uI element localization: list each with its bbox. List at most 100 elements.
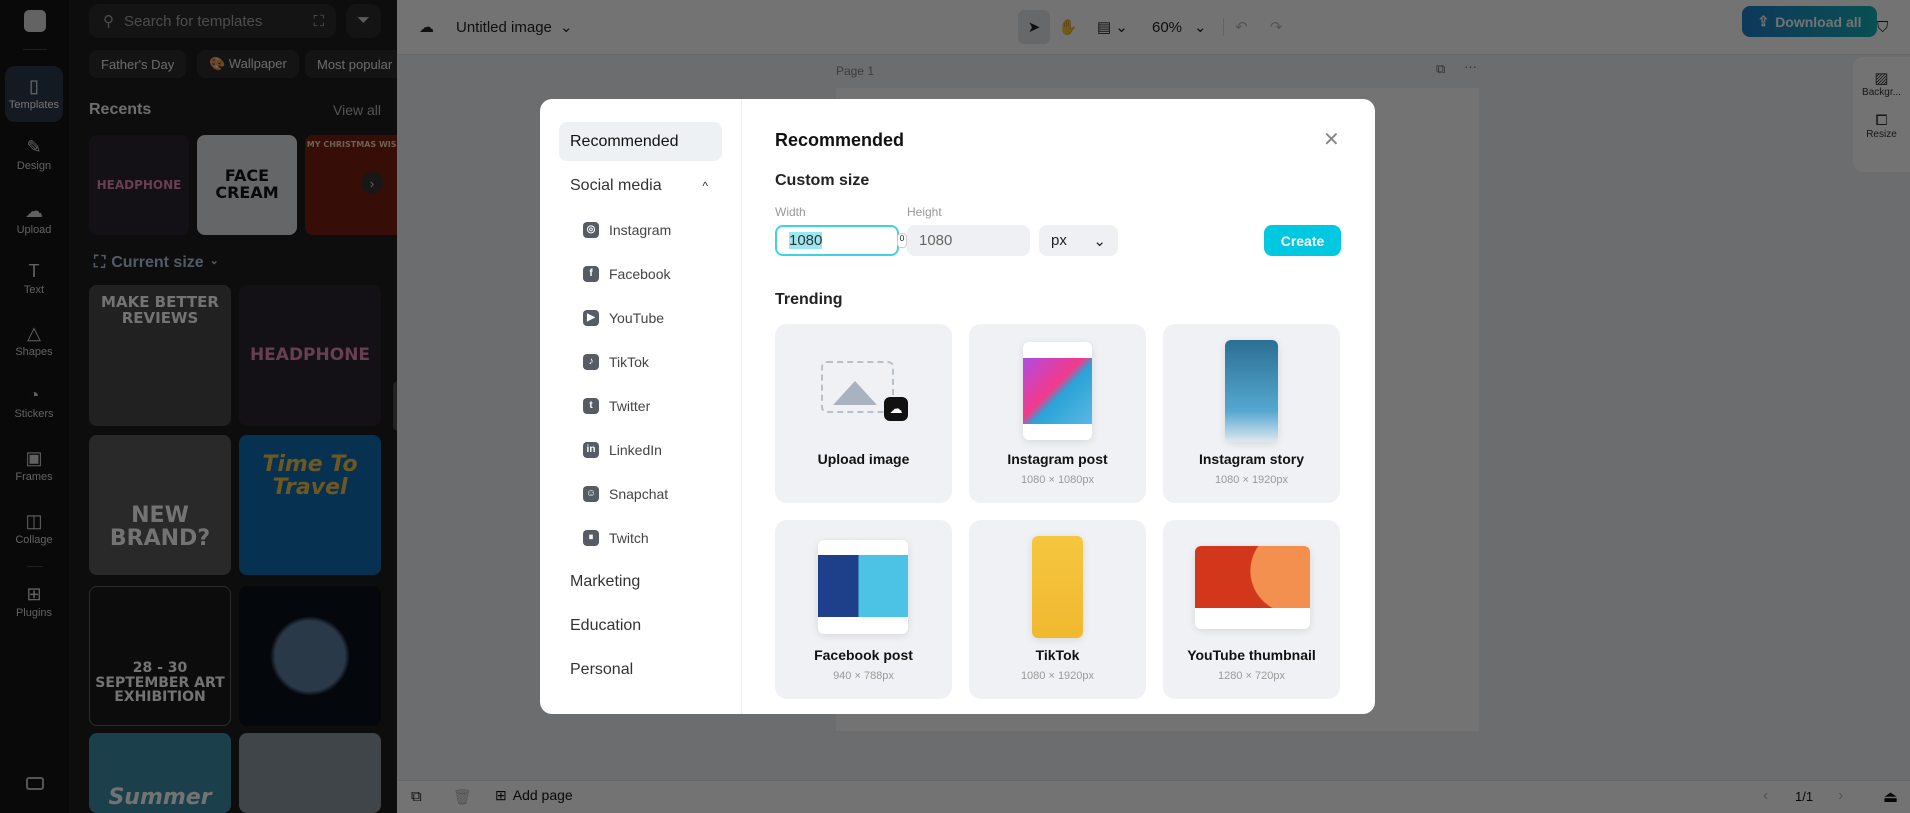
card-youtube-thumbnail[interactable]: YouTube thumbnail 1280 × 720px bbox=[1163, 520, 1340, 699]
width-input[interactable]: 1080 bbox=[775, 225, 899, 256]
nav-personal[interactable]: Personal bbox=[559, 650, 722, 689]
upload-cloud-icon: ☁ bbox=[884, 397, 908, 421]
card-tiktok[interactable]: TikTok 1080 × 1920px bbox=[969, 520, 1146, 699]
select-tool-icon[interactable]: ➤ bbox=[1018, 10, 1050, 44]
chevron-down-icon: ⌄ bbox=[1194, 19, 1207, 36]
prev-page-icon[interactable]: ‹ bbox=[1763, 787, 1768, 805]
card-facebook-post[interactable]: Facebook post 940 × 788px bbox=[775, 520, 952, 699]
text-icon: T bbox=[28, 261, 40, 281]
dialog-title: Recommended bbox=[775, 130, 905, 150]
new-design-dialog: Recommended Social media ^ ◎ Instagram f Fac… bbox=[540, 99, 1375, 714]
template-card[interactable] bbox=[239, 733, 381, 813]
filter-button[interactable]: ⏷ bbox=[346, 4, 381, 38]
nav-education[interactable]: Education bbox=[559, 606, 722, 645]
hand-tool-icon[interactable]: ✋ bbox=[1058, 10, 1078, 44]
shapes-icon: △ bbox=[27, 323, 41, 343]
rail-item-design[interactable]: ✎ Design bbox=[5, 127, 63, 183]
template-card[interactable]: NEW BRAND? bbox=[89, 435, 231, 575]
zoom-dropdown[interactable]: 60% ⌄ bbox=[1152, 10, 1207, 44]
nav-tiktok[interactable]: ♪ TikTok bbox=[559, 342, 722, 381]
template-card[interactable]: 28 - 30 SEPTEMBER ART EXHIBITION bbox=[89, 586, 231, 726]
keyboard-shortcuts-icon[interactable] bbox=[26, 777, 44, 790]
link-aspect-icon[interactable]: 0 bbox=[897, 233, 907, 248]
layout-dropdown[interactable]: ▤ ⌄ bbox=[1097, 10, 1128, 44]
delete-icon[interactable]: 🗑 bbox=[453, 788, 472, 806]
nav-twitch[interactable]: ⏸ Twitch bbox=[559, 518, 722, 557]
duplicate-page-icon[interactable]: ⧉ bbox=[411, 788, 422, 805]
left-rail: ▯ Templates ✎ Design ☁ Upload T Text △ Shapes ◔ Sti… bbox=[0, 0, 70, 813]
template-card[interactable]: Summer bbox=[89, 733, 231, 813]
shield-icon[interactable]: ⛉ bbox=[1877, 10, 1888, 44]
rail-item-templates[interactable]: ▯ Templates bbox=[5, 66, 63, 122]
nav-instagram[interactable]: ◎ Instagram bbox=[559, 210, 722, 249]
scroll-right-button[interactable]: › bbox=[361, 172, 383, 194]
rail-item-text[interactable]: T Text bbox=[5, 251, 63, 307]
cloud-sync-icon[interactable]: ☁ bbox=[419, 10, 434, 44]
template-card[interactable]: MAKE BETTER REVIEWS bbox=[89, 285, 231, 426]
chip-most-popular[interactable]: Most popular bbox=[305, 50, 397, 78]
current-size-dropdown[interactable]: ⛶ Current size ⌄ bbox=[94, 254, 219, 272]
nav-social-media[interactable]: Social media ^ bbox=[559, 166, 722, 205]
page-panel-icon[interactable]: ⏏ bbox=[1883, 787, 1898, 807]
nav-twitter[interactable]: t Twitter bbox=[559, 386, 722, 425]
redo-icon[interactable]: ↷ bbox=[1270, 10, 1283, 44]
instagram-story-preview bbox=[1225, 340, 1278, 442]
youtube-thumbnail-preview bbox=[1195, 546, 1310, 629]
create-button[interactable]: Create bbox=[1264, 225, 1341, 256]
rail-item-shapes[interactable]: △ Shapes bbox=[5, 313, 63, 369]
image-search-icon[interactable]: ⛶ bbox=[313, 13, 324, 30]
duplicate-page-icon[interactable]: ⧉ bbox=[1436, 61, 1445, 77]
rail-item-stickers[interactable]: ◔ Stickers bbox=[5, 375, 63, 431]
background-tool[interactable]: ▨ Backgr... bbox=[1853, 69, 1910, 98]
view-all-link[interactable]: View all bbox=[333, 102, 381, 118]
divider bbox=[23, 49, 47, 50]
recent-template[interactable]: HEADPHONE bbox=[89, 135, 189, 235]
search-input[interactable]: ⚲ Search for templates ⛶ bbox=[89, 4, 336, 38]
resize-icon: ⛶ bbox=[94, 254, 106, 271]
rail-item-collage[interactable]: ◫ Collage bbox=[5, 501, 63, 557]
rail-item-upload[interactable]: ☁ Upload bbox=[5, 191, 63, 247]
card-instagram-story[interactable]: Instagram story 1080 × 1920px bbox=[1163, 324, 1340, 503]
card-upload-image[interactable]: ☁ Upload image bbox=[775, 324, 952, 503]
instagram-icon: ◎ bbox=[583, 221, 599, 238]
chip-wallpaper[interactable]: 🎨 Wallpaper bbox=[197, 50, 299, 78]
unit-select[interactable]: px ⌄ bbox=[1039, 225, 1118, 256]
template-card[interactable]: HEADPHONE bbox=[239, 285, 381, 426]
chip-fathers-day[interactable]: Father's Day bbox=[89, 50, 187, 78]
nav-snapchat[interactable]: ☺ Snapchat bbox=[559, 474, 722, 513]
more-icon[interactable]: ··· bbox=[1464, 59, 1477, 74]
instagram-post-preview bbox=[1023, 342, 1092, 440]
chevron-down-icon: ⌄ bbox=[1115, 19, 1128, 36]
next-page-icon[interactable]: › bbox=[1838, 787, 1843, 805]
close-icon[interactable]: ✕ bbox=[1323, 127, 1340, 152]
rail-item-frames[interactable]: ▣ Frames bbox=[5, 438, 63, 494]
app-logo[interactable] bbox=[24, 10, 46, 32]
chevron-down-icon: ⌄ bbox=[559, 19, 573, 36]
recent-template[interactable]: MY CHRISTMAS WISH bbox=[305, 135, 397, 235]
divider bbox=[27, 566, 43, 567]
template-card[interactable] bbox=[239, 586, 381, 726]
stickers-icon: ◔ bbox=[28, 385, 40, 405]
layout-icon: ▤ bbox=[1097, 19, 1112, 36]
card-instagram-post[interactable]: Instagram post 1080 × 1080px bbox=[969, 324, 1146, 503]
nav-facebook[interactable]: f Facebook bbox=[559, 254, 722, 293]
design-icon: ✎ bbox=[26, 137, 42, 157]
add-page-icon: ⊞ bbox=[495, 787, 507, 803]
resize-icon: ⧠ bbox=[1875, 112, 1888, 129]
nav-marketing[interactable]: Marketing bbox=[559, 562, 722, 601]
rail-item-plugins[interactable]: ⊞ Plugins bbox=[5, 574, 63, 630]
tiktok-icon: ♪ bbox=[583, 353, 599, 370]
resize-tool[interactable]: ⧠ Resize bbox=[1853, 112, 1910, 140]
tiktok-preview bbox=[1032, 536, 1083, 638]
undo-icon[interactable]: ↶ bbox=[1235, 10, 1248, 44]
download-all-button[interactable]: ⇪ Download all bbox=[1742, 6, 1877, 37]
plugins-icon: ⊞ bbox=[26, 584, 42, 604]
nav-recommended[interactable]: Recommended bbox=[559, 122, 722, 161]
template-card[interactable]: Time To Travel bbox=[239, 435, 381, 575]
title-dropdown[interactable]: Untitled image ⌄ bbox=[456, 10, 572, 44]
recent-template[interactable]: FACE CREAM bbox=[197, 135, 297, 235]
add-page-button[interactable]: ⊞ Add page bbox=[495, 787, 573, 804]
height-input[interactable]: 1080 bbox=[907, 225, 1030, 256]
nav-youtube[interactable]: ▶ YouTube bbox=[559, 298, 722, 337]
nav-linkedin[interactable]: in LinkedIn bbox=[559, 430, 722, 469]
